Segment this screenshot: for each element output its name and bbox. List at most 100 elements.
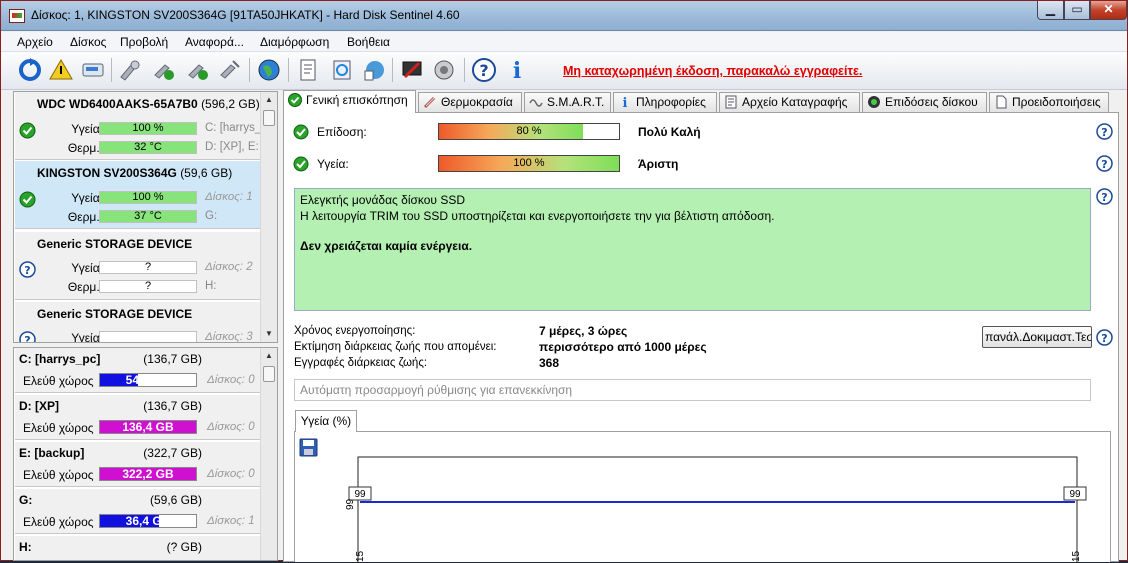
help-icon[interactable]: ? [1096, 155, 1113, 172]
data-label: 99 [1069, 489, 1081, 500]
menu-file[interactable]: Αρχείο [17, 35, 53, 49]
power-on-label: Χρόνος ενεργοποίησης: [294, 325, 416, 337]
scroll-up-icon[interactable]: ▲ [261, 92, 277, 108]
auto-restart-field[interactable]: Αυτόματη προσαρμογή ρύθμισης για επανεκκ… [294, 379, 1091, 401]
volume-name: H: [19, 540, 32, 554]
test-ok-icon[interactable] [151, 57, 177, 83]
document-icon [996, 95, 1007, 109]
disk-card-1[interactable]: KINGSTON SV200S364G (59,6 GB) Υγεία: 100… [15, 161, 260, 229]
volume-size: (? GB) [166, 540, 202, 554]
maximize-button[interactable]: ▭ [1064, 1, 1090, 20]
sync-icon[interactable] [329, 57, 355, 83]
help-icon[interactable]: ? [1096, 123, 1113, 140]
free-space-bar: 322,2 GB [99, 467, 197, 481]
scroll-up-icon[interactable]: ▲ [261, 348, 277, 364]
test-surface-icon[interactable] [217, 57, 243, 83]
volume-card-d[interactable]: D: [XP] (136,7 GB) Ελεύθ χώρος 136,4 GB … [15, 395, 260, 440]
scroll-down-icon[interactable]: ▼ [261, 326, 277, 342]
disk-card-0[interactable]: WDC WD6400AAKS-65A7B0 (596,2 GB) Υγεία: … [15, 92, 261, 160]
tab-smart[interactable]: S.M.A.R.T. [524, 92, 611, 112]
minimize-button[interactable]: ▁ [1037, 1, 1064, 20]
scroll-thumb[interactable] [263, 110, 275, 126]
volume-card-e[interactable]: E: [backup] (322,7 GB) Ελεύθ χώρος 322,2… [15, 442, 260, 487]
free-space-bar: 54,6 GB [99, 373, 197, 387]
disk-icon[interactable] [80, 57, 106, 83]
volume-name: E: [backup] [19, 446, 85, 460]
svg-text:?: ? [1101, 158, 1107, 171]
report-icon[interactable] [295, 57, 321, 83]
register-notice-link[interactable]: Μη καταχωρημένη έκδοση, παρακαλώ εγγραφε… [563, 64, 862, 78]
help-icon[interactable]: ? [1096, 188, 1113, 205]
volume-disk: Δίσκος: 0 [207, 374, 255, 386]
svg-text:?: ? [1101, 126, 1107, 139]
info-icon[interactable]: i [504, 57, 530, 84]
performance-rating: Πολύ Καλή [638, 125, 701, 139]
test-tool-icon[interactable] [117, 57, 143, 83]
free-space-label: Ελεύθ χώρος [23, 421, 94, 435]
disk-list-scrollbar[interactable]: ▲ ▼ [260, 92, 277, 342]
app-window: Δίσκος: 1, KINGSTON SV200S364G [91TA50JH… [0, 0, 1128, 563]
volume-name: D: [XP] [19, 399, 59, 413]
chart-plot-area [357, 456, 1078, 563]
menu-view[interactable]: Προβολή [120, 35, 168, 49]
help-icon[interactable]: ? [1096, 329, 1113, 346]
volume-disk: Δίσκος: 0 [207, 421, 255, 433]
y-tick-label: 99 [345, 498, 356, 510]
gauge-icon [868, 96, 880, 108]
log-icon [725, 95, 737, 109]
volume-card-g[interactable]: G: (59,6 GB) Ελεύθ χώρος 36,4 GB Δίσκος:… [15, 489, 260, 534]
performance-gauge: 80 % [438, 123, 620, 140]
temp-bar: ? [99, 280, 197, 293]
warning-disk-icon[interactable] [48, 57, 74, 83]
sound-icon[interactable] [431, 57, 457, 83]
svg-text:?: ? [24, 334, 30, 343]
tab-strip: Γενική επισκόπηση Θερμοκρασία S.M.A.R.T.… [283, 90, 1109, 113]
svg-text:i: i [623, 96, 628, 109]
tab-disk-performance[interactable]: Επιδόσεις δίσκου [862, 92, 987, 112]
tab-information[interactable]: i Πληροφορίες [613, 92, 717, 112]
tab-temperature[interactable]: Θερμοκρασία [418, 92, 522, 112]
menu-disk[interactable]: Δίσκος [70, 35, 106, 49]
menu-bar: Αρχείο Δίσκος Προβολή Αναφορά... Διαμόρφ… [1, 32, 1127, 52]
message-line: Ελεγκτής μονάδας δίσκου SSD [300, 193, 465, 207]
save-chart-icon[interactable] [299, 438, 318, 457]
volume-list-scrollbar[interactable]: ▲ [260, 348, 277, 560]
disk-card-2[interactable]: Generic STORAGE DEVICE ? Υγεία: ? Δίσκος… [15, 232, 260, 300]
svg-text:?: ? [479, 61, 488, 80]
globe-icon[interactable] [256, 57, 282, 83]
menu-report[interactable]: Αναφορά... [185, 35, 244, 49]
network-report-icon[interactable] [361, 57, 387, 83]
performance-label: Επίδοση: [317, 125, 367, 139]
volume-disk: Δίσκος: 0 [207, 468, 255, 480]
disk-name: KINGSTON SV200S364G (59,6 GB) [37, 166, 233, 180]
scroll-thumb[interactable] [263, 366, 275, 382]
help-icon[interactable]: ? [471, 57, 497, 83]
overview-panel: Επίδοση: 80 % Πολύ Καλή ? Υγεία: 100 % Ά… [283, 112, 1119, 563]
disk-volume-2: G: [205, 210, 218, 222]
configuration-icon[interactable] [399, 57, 425, 83]
test-check-icon[interactable] [185, 57, 211, 83]
message-line: Η λειτουργία TRIM του SSD υποστηρίζεται … [300, 209, 775, 223]
tab-health-chart[interactable]: Υγεία (%) [295, 410, 357, 432]
close-button[interactable]: ✕ [1090, 1, 1127, 20]
disk-card-3[interactable]: Generic STORAGE DEVICE ? Υγεία: Δίσκος: … [15, 302, 260, 343]
volume-card-h[interactable]: H: (? GB) [15, 536, 260, 560]
tab-log[interactable]: Αρχείο Καταγραφής [719, 92, 860, 112]
disk-name: WDC WD6400AAKS-65A7B0 (596,2 GB) [37, 97, 260, 111]
free-space-label: Ελεύθ χώρος [23, 374, 94, 388]
health-label: Υγεία: [71, 122, 103, 136]
title-bar[interactable]: Δίσκος: 1, KINGSTON SV200S364G [91TA50JH… [1, 1, 1127, 31]
svg-text:?: ? [1101, 332, 1107, 345]
health-label: Υγεία: [71, 261, 103, 275]
status-unknown-icon: ? [19, 261, 36, 278]
tab-overview[interactable]: Γενική επισκόπηση [283, 90, 416, 113]
status-ok-icon [288, 93, 302, 107]
volume-card-c[interactable]: C: [harrys_pc] (136,7 GB) Ελεύθ χώρος 54… [15, 348, 260, 393]
self-test-button[interactable]: πανάλ.Δοκιμαστ.Τεσ [982, 326, 1092, 348]
menu-help[interactable]: Βοήθεια [347, 35, 390, 49]
refresh-icon[interactable] [17, 57, 43, 83]
menu-configuration[interactable]: Διαμόρφωση [260, 35, 329, 49]
lifetime-label: Εκτίμηση διάρκειας ζωής που απομένει: [294, 341, 497, 353]
tab-alerts[interactable]: Προειδοποιήσεις [989, 92, 1109, 112]
free-space-bar: 36,4 GB [99, 514, 197, 528]
